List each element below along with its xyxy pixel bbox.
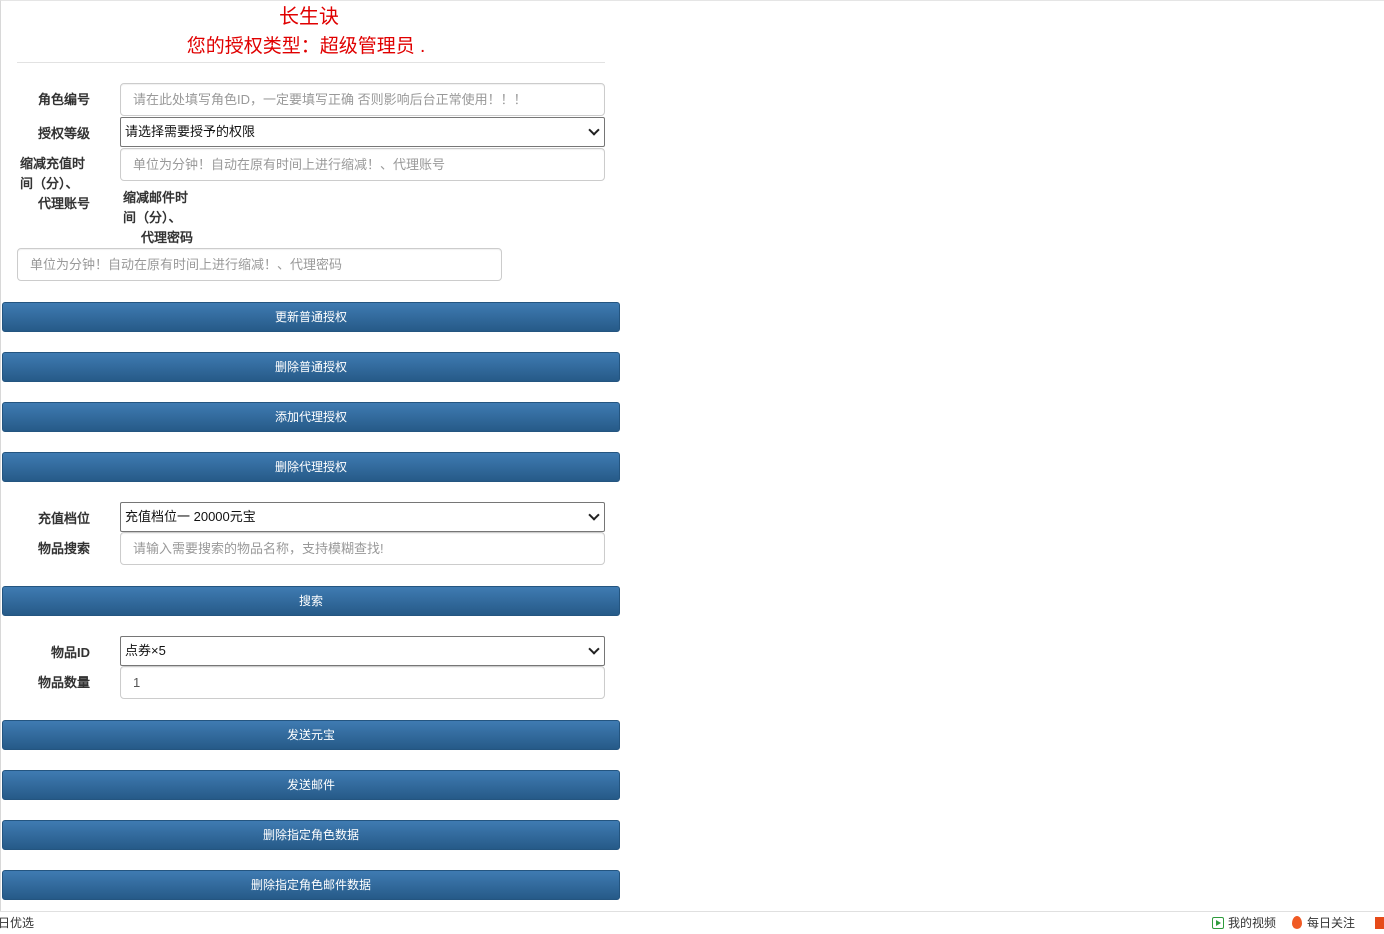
mail-time-input[interactable]: 单位为分钟！自动在原有时间上进行缩减！、代理密码: [17, 248, 502, 281]
recharge-tier-label: 充值档位: [37, 511, 90, 526]
page-header: 长生诀 您的授权类型：超级管理员 .: [17, 4, 605, 60]
recharge-time-input[interactable]: 单位为分钟！自动在原有时间上进行缩减！、代理账号: [120, 148, 605, 181]
role-id-label: 角色编号: [37, 92, 90, 107]
page-title: 长生诀: [279, 6, 339, 28]
role-id-input[interactable]: 请在此处填写角色ID，一定要填写正确 否则影响后台正常使用！！！: [120, 83, 605, 116]
auth-type-subtitle: 您的授权类型：超级管理员 .: [186, 36, 426, 57]
browser-statusbar: 日优选 我的视频 每日关注: [0, 911, 1384, 933]
recharge-tier-select[interactable]: 充值档位一 20000元宝: [120, 502, 605, 532]
mail-time-label-line-3: 代理密码: [140, 230, 193, 245]
recharge-time-label-line-1: 缩减充值时: [20, 156, 86, 171]
delete-role-data-button[interactable]: 删除指定角色数据: [2, 820, 620, 850]
recharge-time-label-line-3: 代理账号: [37, 196, 90, 211]
recharge-tier-selected-value: 充值档位一 20000元宝: [125, 509, 256, 524]
send-yuanbao-button[interactable]: 发送元宝: [2, 720, 620, 750]
item-quantity-label: 物品数量: [37, 675, 90, 690]
item-id-label: 物品ID: [50, 645, 90, 660]
update-normal-auth-button[interactable]: 更新普通授权: [2, 302, 620, 332]
chevron-down-icon: [588, 509, 600, 521]
item-quantity-input[interactable]: 1: [120, 666, 605, 699]
item-id-selected-value: 点券×5: [125, 643, 166, 658]
statusbar-overflow-icon[interactable]: [1375, 917, 1384, 929]
delete-agent-auth-button[interactable]: 删除代理授权: [2, 452, 620, 482]
delete-normal-auth-button[interactable]: 删除普通授权: [2, 352, 620, 382]
mail-time-label: 缩减邮件时 间（分）、 代理密码: [123, 188, 193, 248]
mail-time-label-line-1: 缩减邮件时: [123, 190, 189, 205]
item-search-label: 物品搜索: [37, 541, 90, 556]
delete-role-mail-data-button[interactable]: 删除指定角色邮件数据: [2, 870, 620, 900]
auth-level-label: 授权等级: [37, 126, 90, 141]
video-play-icon: [1212, 917, 1224, 929]
search-button[interactable]: 搜索: [2, 586, 620, 616]
item-id-select[interactable]: 点券×5: [120, 636, 605, 666]
auth-level-selected-value: 请选择需要授予的权限: [125, 124, 256, 139]
flame-icon: [1292, 916, 1302, 929]
daily-follow-label: 每日关注: [1307, 916, 1356, 930]
daily-follow-link[interactable]: 每日关注: [1292, 912, 1355, 934]
header-divider: [17, 62, 605, 63]
send-mail-button[interactable]: 发送邮件: [2, 770, 620, 800]
mail-time-label-line-2: 间（分）、: [123, 210, 182, 225]
item-search-input[interactable]: 请输入需要搜索的物品名称，支持模糊查找!: [120, 532, 605, 565]
my-video-label: 我的视频: [1228, 916, 1277, 930]
chevron-down-icon: [588, 124, 600, 136]
recharge-time-label-line-2: 间（分）、: [20, 176, 79, 191]
chevron-down-icon: [588, 643, 600, 655]
statusbar-promo-link[interactable]: 日优选: [0, 912, 34, 934]
add-agent-auth-button[interactable]: 添加代理授权: [2, 402, 620, 432]
my-video-link[interactable]: 我的视频: [1212, 912, 1276, 934]
recharge-time-label: 缩减充值时 间（分）、 代理账号: [20, 154, 90, 214]
auth-level-select[interactable]: 请选择需要授予的权限: [120, 117, 605, 147]
